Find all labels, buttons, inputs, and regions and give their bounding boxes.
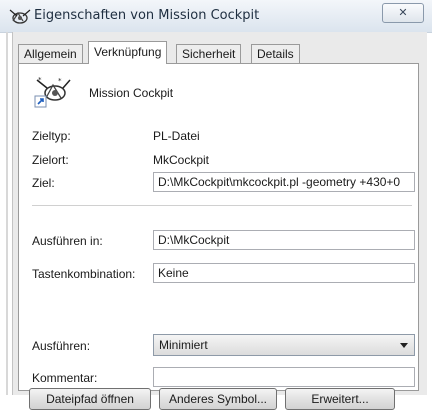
advanced-button[interactable]: Erweitert...: [285, 388, 395, 410]
start-in-field[interactable]: [153, 230, 415, 250]
run-label: Ausführen:: [32, 339, 91, 353]
chevron-down-icon[interactable]: [400, 343, 408, 348]
comment-label: Kommentar:: [32, 371, 98, 385]
dialog-body: Allgemein Verknüpfung Sicherheit Details…: [12, 32, 427, 410]
shortcut-name: Mission Cockpit: [89, 86, 174, 100]
tab-allgemein[interactable]: Allgemein: [18, 44, 83, 63]
comment-field[interactable]: [153, 367, 415, 387]
window-title: Eigenschaften von Mission Cockpit: [34, 8, 260, 23]
target-field[interactable]: [153, 172, 415, 192]
target-type-value: PL-Datei: [153, 129, 200, 143]
title-bar: Eigenschaften von Mission Cockpit ✕: [0, 0, 432, 33]
target-type-label: Zieltyp:: [32, 129, 71, 143]
tab-verknuepfung[interactable]: Verknüpfung: [88, 41, 168, 64]
target-location-value: MkCockpit: [153, 153, 210, 167]
satellite-shortcut-icon: * *: [34, 76, 71, 108]
satellite-icon: [9, 9, 31, 24]
svg-text:*: *: [58, 77, 62, 85]
hotkey-field[interactable]: [153, 263, 415, 283]
change-icon-button[interactable]: Anderes Symbol...: [159, 388, 277, 410]
close-icon: ✕: [398, 7, 408, 19]
start-in-label: Ausführen in:: [32, 234, 103, 248]
hotkey-label: Tastenkombination:: [32, 267, 136, 281]
divider: [32, 205, 412, 206]
target-location-label: Zielort:: [32, 153, 69, 167]
run-mode-value: Minimiert: [159, 338, 208, 352]
shortcut-panel: * * Mission Cockpit Zieltyp: PL-Datei Zi…: [18, 63, 419, 391]
svg-text:*: *: [38, 76, 42, 84]
run-mode-select[interactable]: Minimiert: [153, 334, 415, 356]
tab-details[interactable]: Details: [251, 44, 300, 63]
window-border: [6, 32, 8, 395]
target-label: Ziel:: [32, 176, 55, 190]
open-file-location-button[interactable]: Dateipfad öffnen: [29, 388, 151, 410]
close-button[interactable]: ✕: [382, 3, 424, 23]
tab-sicherheit[interactable]: Sicherheit: [176, 44, 242, 63]
